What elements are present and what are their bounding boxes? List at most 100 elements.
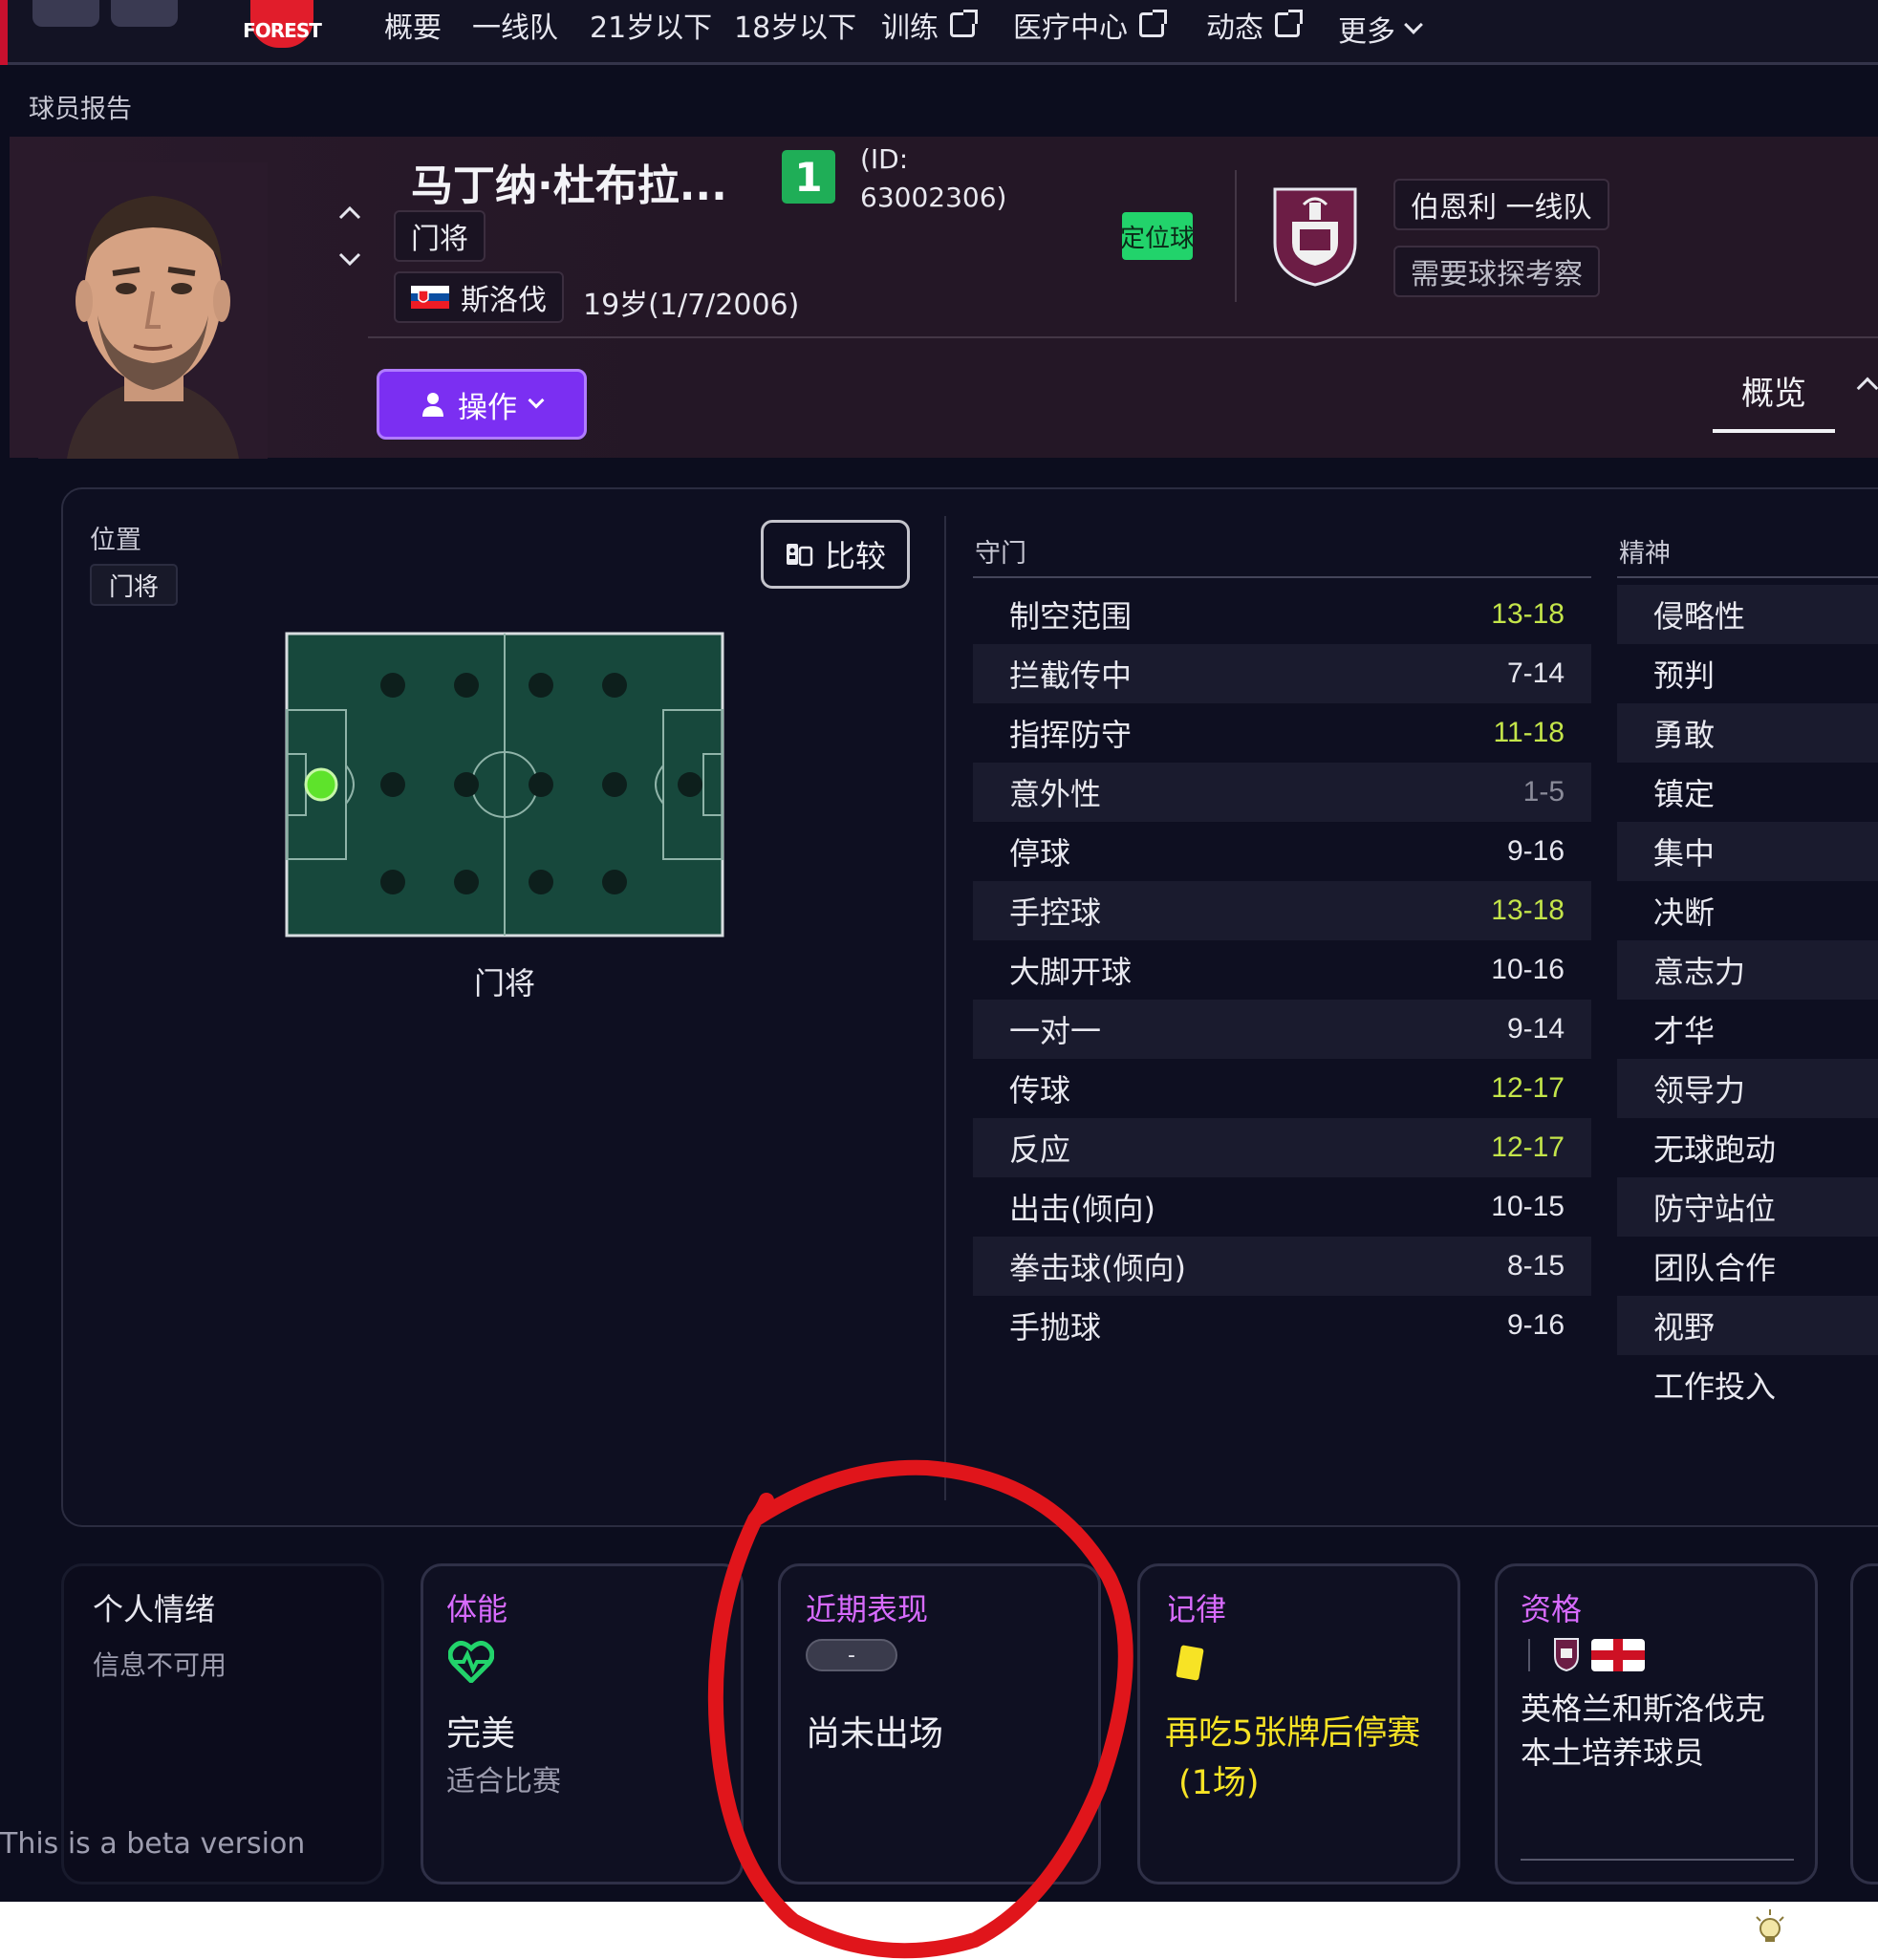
club-logo[interactable]: FOREST [243,0,322,48]
attribute-row[interactable]: 指挥防守 11-18 [973,703,1591,763]
attribute-row[interactable]: 反应 12-17 [973,1118,1591,1177]
attribute-row[interactable]: 领导力 [1617,1059,1878,1118]
attribute-row[interactable]: 防守站位 [1617,1177,1878,1237]
attribute-row[interactable]: 勇敢 [1617,703,1878,763]
nationality-chip[interactable]: 斯洛伐 [394,271,564,323]
next-player-button[interactable] [336,245,363,271]
heart-pulse-icon [448,1641,494,1683]
panel-divider [944,516,946,1500]
position-chip: 门将 [394,210,486,262]
attribute-row[interactable]: 停球 9-16 [973,822,1591,881]
attribute-name: 意志力 [1653,954,1746,990]
attribute-name: 团队合作 [1653,1250,1777,1286]
club-label: 伯恩利 一线队 [1411,191,1592,225]
morale-card-text: 信息不可用 [93,1649,227,1681]
player-id: (ID: 63002306) [860,140,1006,217]
nav-item-u21[interactable]: 21岁以下 [590,4,712,46]
discipline-line2: (1场) [1178,1764,1260,1802]
club-link[interactable]: 伯恩利 一线队 [1393,179,1609,230]
eligibility-line2: 本土培养球员 [1521,1734,1705,1771]
attribute-name: 指挥防守 [1009,717,1133,753]
attribute-row[interactable]: 出击(倾向) 10-15 [973,1177,1591,1237]
attribute-row[interactable]: 集中 [1617,822,1878,881]
attribute-value: 12-17 [1491,1131,1565,1163]
attribute-row[interactable]: 手控球 13-18 [973,881,1591,940]
attribute-row[interactable]: 才华 [1617,1000,1878,1059]
discipline-card[interactable]: 记律 再吃5张牌后停赛 (1场) [1137,1563,1460,1885]
attribute-row[interactable]: 侵略性 [1617,585,1878,644]
attribute-value: 12-17 [1491,1072,1565,1104]
club-crest-icon[interactable] [1271,183,1359,287]
attribute-name: 镇定 [1653,776,1716,812]
attribute-name: 勇敢 [1653,717,1716,753]
attribute-row[interactable]: 传球 12-17 [973,1059,1591,1118]
attribute-name: 防守站位 [1653,1191,1777,1227]
attribute-row[interactable]: 拳击球(倾向) 8-15 [973,1237,1591,1296]
club-logo-text: FOREST [243,19,322,42]
squad-number-badge: 1 [782,150,835,204]
nav-item-more[interactable]: 更多 [1338,8,1423,50]
breadcrumb: 球员报告 [29,95,132,124]
attribute-row[interactable]: 工作投入 [1617,1355,1878,1414]
nav-back-button[interactable] [32,0,99,27]
attribute-name: 出击(倾向) [1009,1191,1155,1227]
england-flag-icon [1591,1639,1645,1671]
goalkeeping-attribute-list: 制空范围 13-18 拦截传中 7-14 指挥防守 11-18 意外性 1-5 停球 9-16 手控… [973,585,1591,1355]
attribute-value: 9-14 [1506,1013,1565,1045]
eligibility-line1: 英格兰和斯洛伐克 [1521,1691,1766,1727]
next-card-edge[interactable] [1850,1563,1878,1885]
attribute-row[interactable]: 团队合作 [1617,1237,1878,1296]
player-id-line1: (ID: [860,143,909,175]
nav-accent-bar [0,0,8,65]
attribute-name: 拳击球(倾向) [1009,1250,1186,1286]
attribute-name: 大脚开球 [1009,954,1133,990]
attribute-name: 预判 [1653,657,1716,694]
player-age: 19岁(1/7/2006) [583,289,800,322]
person-icon [422,393,443,417]
nav-item-first-team[interactable]: 一线队 [472,4,558,46]
attribute-name: 停球 [1009,835,1071,872]
external-link-icon [950,10,978,37]
attribute-row[interactable]: 无球跑动 [1617,1118,1878,1177]
attribute-row[interactable]: 意外性 1-5 [973,763,1591,822]
attribute-name: 集中 [1653,835,1716,872]
nav-forward-button[interactable] [111,0,178,27]
attribute-row[interactable]: 一对一 9-14 [973,1000,1591,1059]
attribute-row[interactable]: 镇定 [1617,763,1878,822]
actions-button[interactable]: 操作 [377,369,587,440]
chevron-down-icon [528,392,545,409]
tab-active-indicator [1713,429,1835,433]
compare-button[interactable]: 比较 [761,520,910,589]
nav-item-dynamics[interactable]: 动态 [1206,4,1303,46]
attribute-row[interactable]: 意志力 [1617,940,1878,1000]
attribute-value: 7-14 [1506,657,1565,689]
attribute-row[interactable]: 拦截传中 7-14 [973,644,1591,703]
attribute-value: 13-18 [1491,894,1565,926]
attribute-name: 手抛球 [1009,1309,1102,1346]
attribute-row[interactable]: 手抛球 9-16 [973,1296,1591,1355]
eligibility-rule [1521,1859,1794,1861]
attribute-row[interactable]: 制空范围 13-18 [973,585,1591,644]
nav-label: 动态 [1206,11,1263,45]
external-link-icon [1139,10,1167,37]
goalkeeping-rule [973,576,1591,578]
red-annotation-circle [707,1459,1133,1959]
tab-overview[interactable]: 概览 [1741,367,1806,414]
nav-item-training[interactable]: 训练 [881,4,978,46]
nav-label: 概要 [384,11,442,45]
nav-item-medical[interactable]: 医疗中心 [1013,4,1167,46]
attribute-row[interactable]: 决断 [1617,881,1878,940]
attribute-row[interactable]: 预判 [1617,644,1878,703]
attribute-name: 一对一 [1009,1013,1102,1049]
nav-label: 更多 [1338,15,1395,49]
previous-player-button[interactable] [336,201,363,227]
nav-item-overview[interactable]: 概要 [384,4,442,46]
attribute-row[interactable]: 大脚开球 10-16 [973,940,1591,1000]
nav-item-u18[interactable]: 18岁以下 [734,4,856,46]
slovakia-flag-icon [411,286,449,309]
attribute-value: 11-18 [1493,717,1565,748]
eligibility-card[interactable]: 资格 英格兰和斯洛伐克 本土培养球员 [1495,1563,1818,1885]
attribute-row[interactable]: 视野 [1617,1296,1878,1355]
position-pitch [285,632,724,937]
discipline-line1: 再吃5张牌后停赛 [1165,1714,1421,1753]
